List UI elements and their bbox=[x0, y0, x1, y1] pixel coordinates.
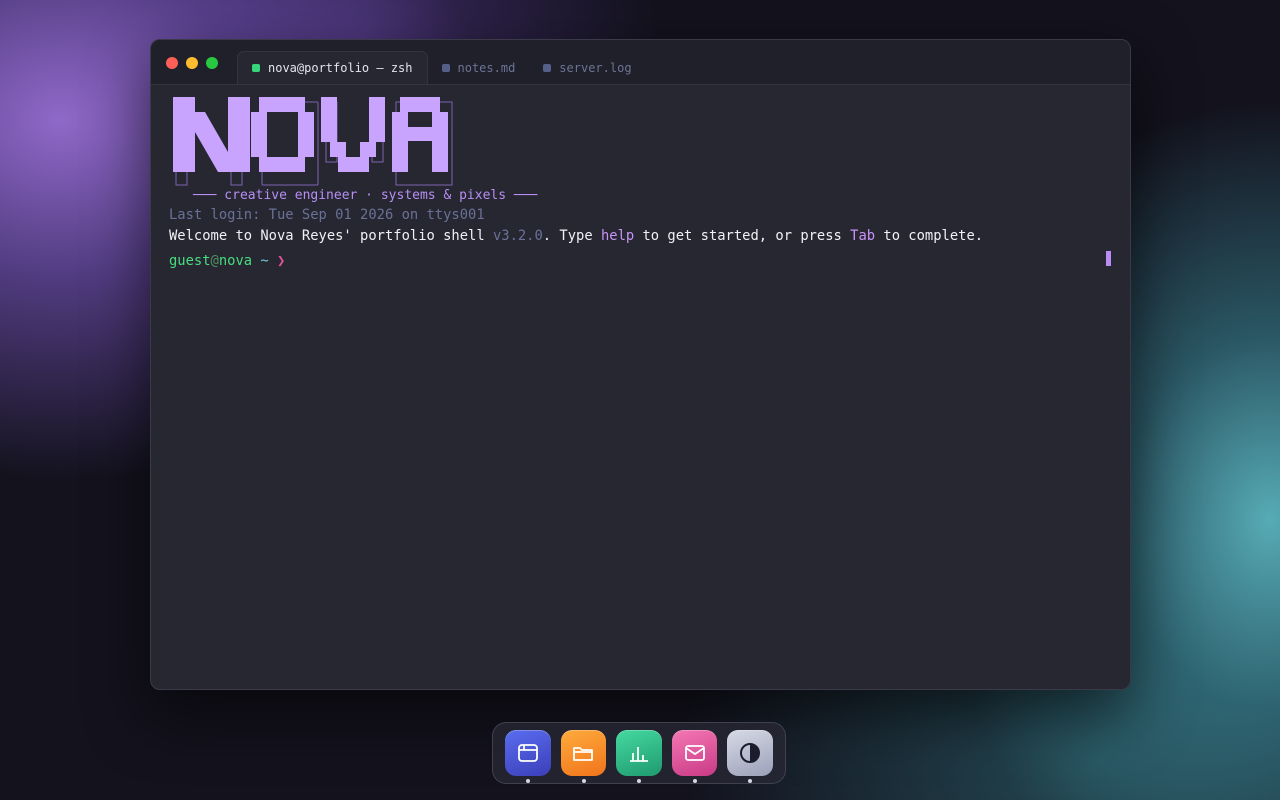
terminal-window: nova@portfolio — zsh notes.md server.log bbox=[150, 39, 1131, 690]
running-indicator bbox=[692, 779, 697, 783]
tab-label: server.log bbox=[559, 61, 632, 75]
welcome-text: Welcome to Nova Reyes' portfolio shell bbox=[169, 228, 493, 244]
dock-app-stats[interactable] bbox=[616, 730, 662, 783]
mail-icon bbox=[684, 745, 705, 761]
dock-app-theme[interactable] bbox=[727, 730, 773, 783]
folder-icon bbox=[573, 747, 594, 761]
maximize-button[interactable] bbox=[206, 57, 218, 69]
tab-zsh[interactable]: nova@portfolio — zsh bbox=[237, 51, 428, 84]
dock-app-mail[interactable] bbox=[671, 730, 718, 783]
tab-bar: nova@portfolio — zsh notes.md server.log bbox=[237, 51, 646, 84]
running-indicator bbox=[748, 779, 753, 783]
ascii-banner-logo bbox=[173, 97, 453, 186]
running-indicator bbox=[637, 779, 642, 783]
prompt-host: nova bbox=[218, 253, 253, 269]
status-dot-icon bbox=[252, 64, 260, 72]
version-text: v3.2.0 bbox=[492, 228, 543, 244]
ascii-tagline: ─── creative engineer · systems & pixels… bbox=[193, 188, 538, 203]
welcome-text: to get started, or press bbox=[634, 228, 851, 244]
welcome-text: to complete. bbox=[875, 228, 984, 244]
running-indicator bbox=[581, 779, 586, 783]
tab-keyword: Tab bbox=[850, 228, 876, 244]
window-controls bbox=[166, 57, 218, 69]
dock-app-files[interactable] bbox=[560, 730, 607, 783]
shell-prompt[interactable]: guest@nova ~ ❯ bbox=[169, 253, 285, 269]
window-titlebar: nova@portfolio — zsh notes.md server.log bbox=[151, 40, 1130, 85]
file-dot-icon bbox=[543, 64, 552, 72]
welcome-line: Welcome to Nova Reyes' portfolio shell v… bbox=[169, 228, 983, 244]
close-button[interactable] bbox=[166, 57, 178, 69]
prompt-arrow-icon: ❯ bbox=[277, 253, 286, 269]
prompt-path: ~ bbox=[252, 253, 278, 269]
prompt-at: @ bbox=[210, 253, 219, 269]
last-login-line: Last login: Tue Sep 01 2026 on ttys001 bbox=[169, 207, 485, 223]
help-keyword: help bbox=[600, 228, 635, 244]
text-cursor bbox=[1106, 251, 1111, 266]
tab-server-log[interactable]: server.log bbox=[529, 52, 645, 84]
running-indicator bbox=[526, 779, 530, 783]
bar-chart-icon bbox=[629, 747, 648, 762]
tab-notes[interactable]: notes.md bbox=[428, 52, 530, 84]
minimize-button[interactable] bbox=[186, 57, 198, 69]
tab-label: notes.md bbox=[457, 61, 516, 75]
file-dot-icon bbox=[441, 64, 450, 72]
app-dock bbox=[492, 722, 786, 784]
browser-window-icon bbox=[517, 744, 538, 762]
prompt-user: guest bbox=[169, 253, 211, 269]
tab-label: nova@portfolio — zsh bbox=[268, 61, 413, 75]
dock-app-browser[interactable] bbox=[505, 730, 551, 783]
welcome-text: . Type bbox=[542, 228, 601, 244]
contrast-icon bbox=[740, 743, 761, 763]
